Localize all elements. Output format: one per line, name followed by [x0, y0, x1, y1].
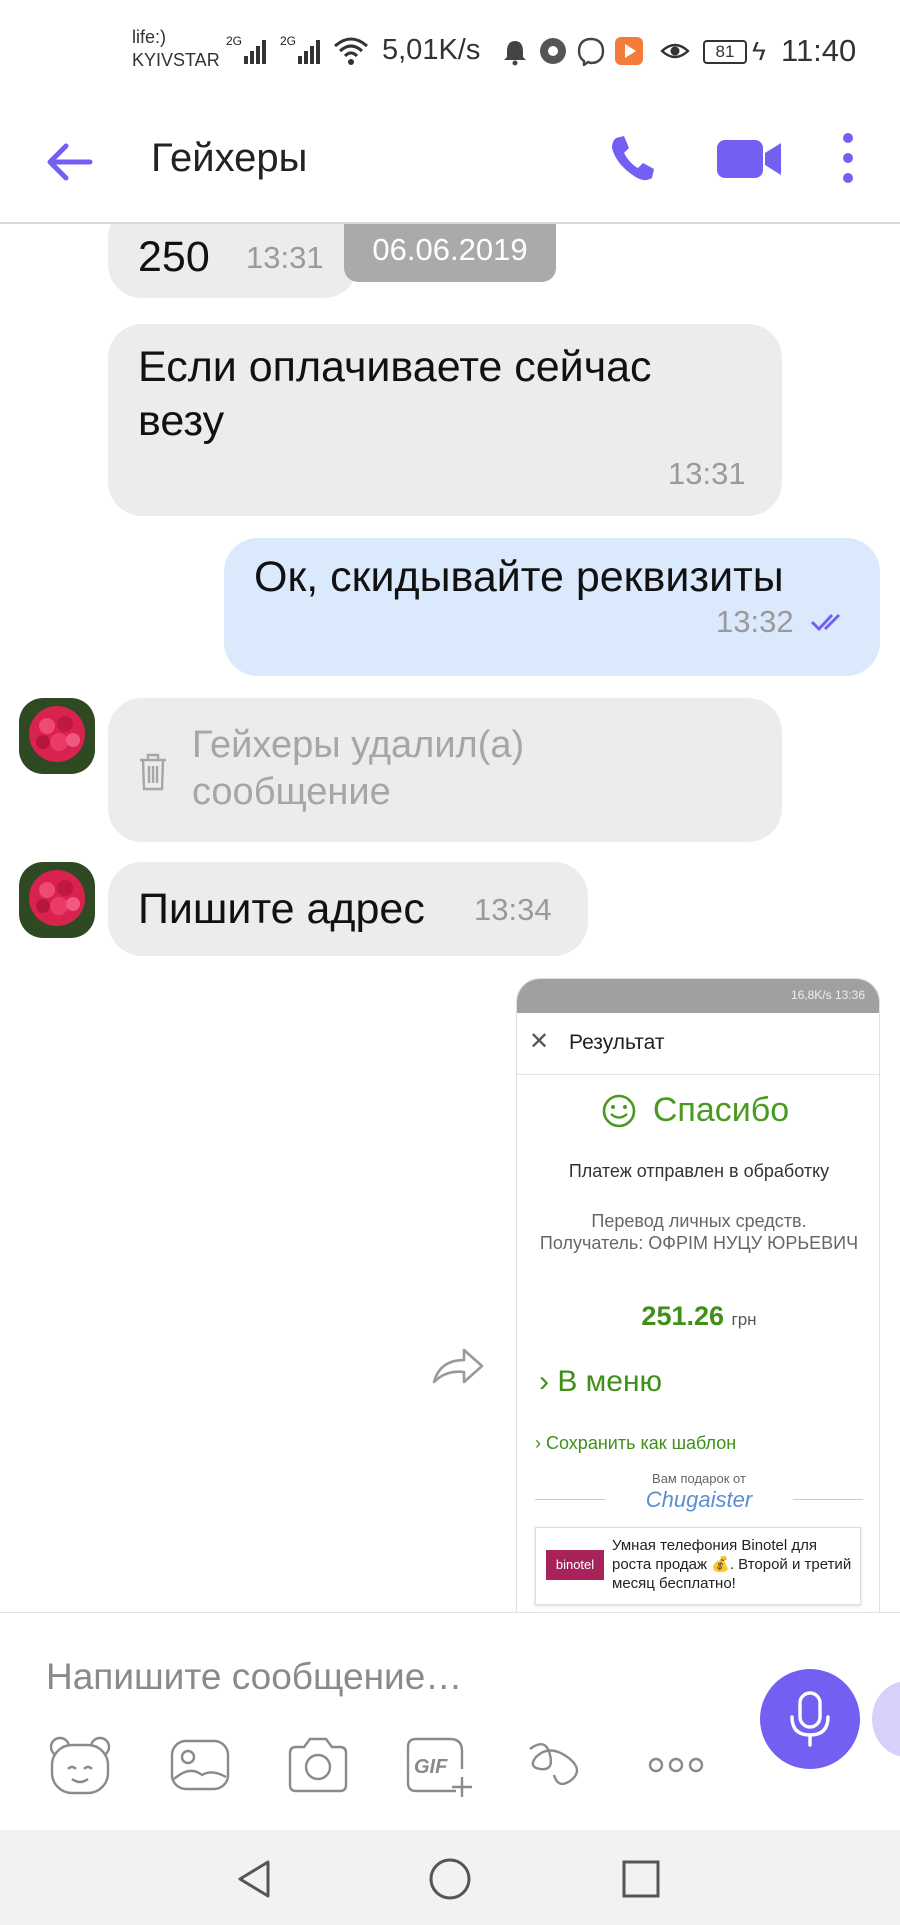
- gallery-icon[interactable]: [164, 1729, 236, 1801]
- incoming-message[interactable]: 250 13:31: [108, 224, 358, 298]
- incoming-message[interactable]: Если оплачиваете сейчас везу 13:31: [108, 324, 782, 516]
- nav-home-button[interactable]: [425, 1854, 475, 1904]
- charging-icon: ϟ: [752, 36, 766, 66]
- close-icon: ✕: [529, 1028, 550, 1055]
- more-icon[interactable]: [640, 1729, 712, 1801]
- status-clock: 11:40: [781, 33, 857, 68]
- viber-icon: [577, 37, 605, 66]
- payment-sent-text: Платеж отправлен в обработку: [568, 1161, 830, 1181]
- more-options-button[interactable]: [833, 128, 863, 188]
- message-time: 13:34: [474, 892, 552, 927]
- screenshot-toolbar: ✕ Результат: [517, 1013, 879, 1075]
- system-nav-bar: [0, 1830, 900, 1925]
- amount-currency: грн: [731, 1310, 757, 1329]
- screenshot-title: Результат: [569, 1031, 665, 1054]
- gift-text: Вам подарок от: [652, 1471, 746, 1486]
- nav-back-button[interactable]: [232, 1854, 282, 1904]
- wifi-icon: [334, 37, 368, 65]
- camera-icon[interactable]: [282, 1729, 354, 1801]
- play-icon: [615, 37, 643, 65]
- carrier-label: life:) KYIVSTAR: [132, 26, 220, 72]
- message-text-line-2: везу: [138, 397, 225, 445]
- contact-avatar[interactable]: [19, 698, 95, 774]
- ad-text: Умная телефония Binotel для роста продаж…: [612, 1537, 852, 1592]
- gif-icon[interactable]: GIF: [400, 1729, 472, 1801]
- message-time: 13:31: [246, 240, 324, 275]
- recipient-text: Получатель: ОФРІМ НУЦУ ЮРЬЕВИЧ: [539, 1233, 859, 1253]
- message-text: 250: [138, 233, 210, 281]
- forward-icon[interactable]: [430, 1344, 486, 1388]
- doodle-icon[interactable]: [520, 1729, 592, 1801]
- ad-logo: binotel: [546, 1550, 604, 1580]
- transfer-text: Перевод личных средств.: [591, 1211, 807, 1231]
- outgoing-message[interactable]: Ок, скидывайте реквизиты 13:32: [224, 538, 880, 676]
- read-receipt-icon: [810, 613, 841, 632]
- trash-icon: [140, 753, 166, 791]
- screenshot-status-bar: 16,8K/s 13:36: [517, 979, 879, 1013]
- image-message[interactable]: 16,8K/s 13:36 ✕ Результат Спасибо Платеж…: [516, 978, 880, 1612]
- chat-title: Гейхеры: [151, 136, 308, 180]
- signal-icon: [298, 36, 320, 64]
- amount-value: 251.26: [641, 1301, 725, 1331]
- message-text: Ок, скидывайте реквизиты: [254, 553, 784, 601]
- alarm-icon: [504, 41, 526, 66]
- contact-avatar[interactable]: [19, 862, 95, 938]
- thanks-heading: Спасибо: [652, 1091, 790, 1129]
- video-call-button[interactable]: [715, 134, 785, 184]
- save-template-label: Сохранить как шаблон: [546, 1433, 737, 1453]
- nav-recents-button[interactable]: [616, 1854, 666, 1904]
- incoming-message[interactable]: Пишите адрес 13:34: [108, 862, 588, 956]
- screenshot-status-text: 16,8K/s 13:36: [790, 988, 865, 1002]
- message-text-line-1: Если оплачиваете сейчас: [138, 343, 652, 391]
- network-type-2: 2G: [280, 34, 297, 48]
- battery-indicator: 81: [703, 40, 747, 64]
- eye-icon: [660, 43, 690, 59]
- microphone-icon: [790, 1691, 830, 1747]
- call-button[interactable]: [604, 128, 656, 188]
- message-time: 13:31: [668, 456, 746, 491]
- message-time: 13:32: [716, 604, 794, 639]
- message-text: Пишите адрес: [138, 885, 425, 933]
- flower-avatar-image: [19, 862, 95, 938]
- carrier-2: KYIVSTAR: [132, 50, 220, 70]
- message-composer: GIF: [0, 1612, 900, 1830]
- network-speed: 5,01K/s: [382, 34, 481, 66]
- ad-banner: binotel Умная телефония Binotel для рост…: [535, 1527, 861, 1605]
- carrier-1: life:): [132, 27, 167, 47]
- date-badge: 06.06.2019: [344, 224, 556, 282]
- network-type-1: 2G: [226, 34, 243, 48]
- signal-icon: [244, 36, 266, 64]
- sticker-icon[interactable]: [44, 1729, 116, 1801]
- chat-header: Гейхеры: [0, 100, 900, 224]
- voice-message-button[interactable]: [760, 1669, 860, 1769]
- chrome-icon: [540, 38, 566, 64]
- chat-messages[interactable]: 250 13:31 06.06.2019 Если оплачиваете се…: [0, 224, 900, 1612]
- deleted-message[interactable]: Гейхеры удалил(а) сообщение: [108, 698, 782, 842]
- message-input[interactable]: [46, 1647, 726, 1707]
- save-template-link: › Сохранить как шаблон: [535, 1433, 737, 1453]
- back-button[interactable]: [42, 134, 98, 190]
- deleted-text-line-1: Гейхеры удалил(а): [192, 724, 525, 766]
- payment-amount: 251.26 грн: [517, 1301, 879, 1332]
- svg-text:GIF: GIF: [414, 1756, 448, 1778]
- deleted-text-line-2: сообщение: [192, 771, 391, 813]
- send-button-peek: [872, 1681, 900, 1757]
- brand-logo: Chugaister: [645, 1487, 753, 1512]
- menu-link-label: В меню: [557, 1365, 663, 1398]
- menu-link: › В меню: [539, 1365, 663, 1398]
- status-bar: life:) KYIVSTAR 2G 2G 5,01K/s 81 ϟ 11:40: [0, 0, 900, 100]
- flower-avatar-image: [19, 698, 95, 774]
